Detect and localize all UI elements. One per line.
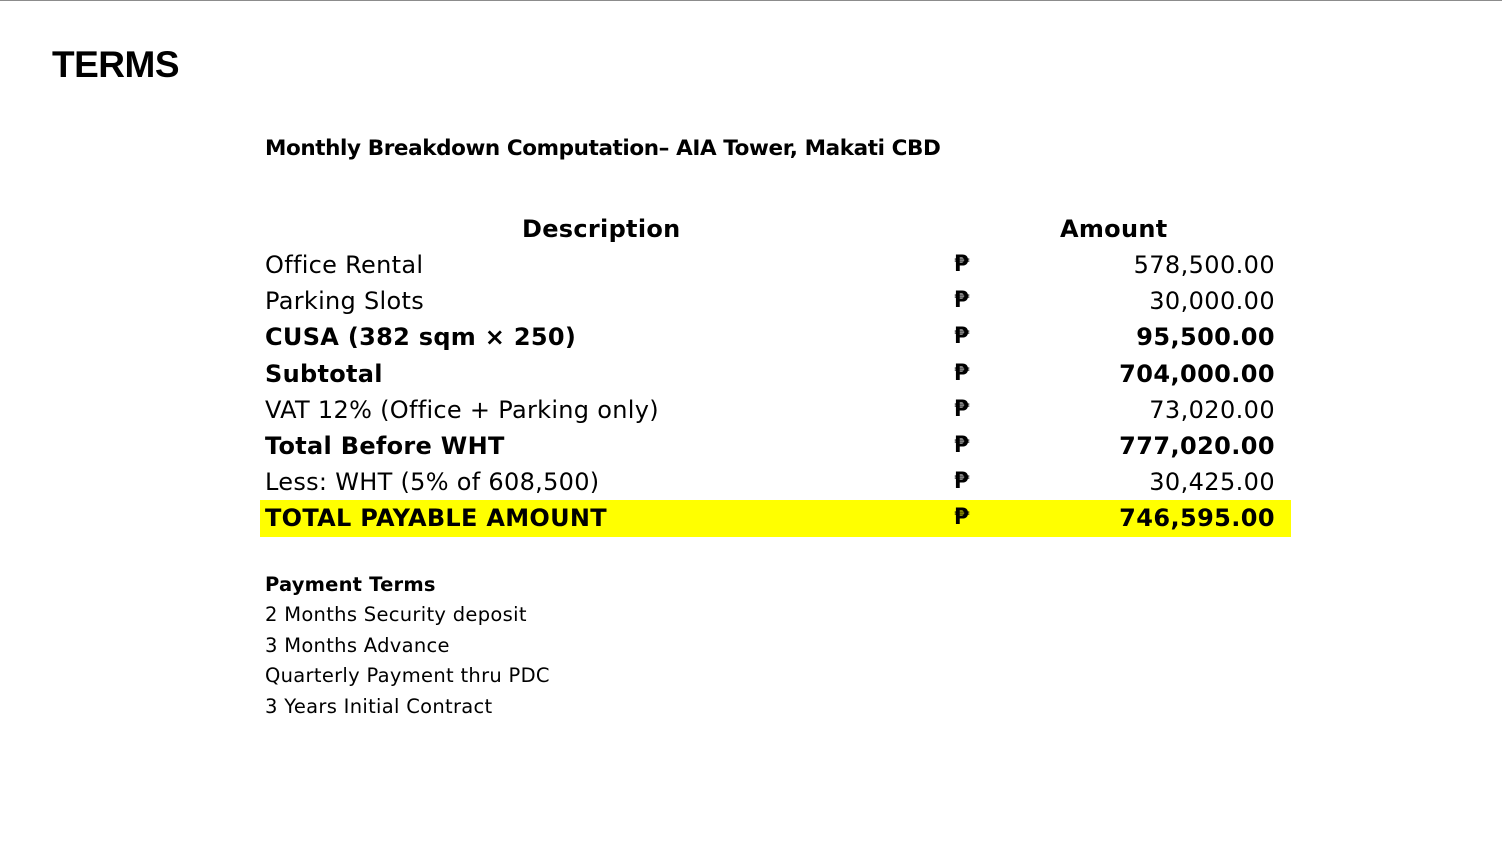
description-column-header: Description: [522, 215, 681, 243]
breakdown-table: Office Rental ₱ 578,500.00 Parking Slots…: [260, 247, 1291, 537]
table-row-parking-slots: Parking Slots ₱ 30,000.00: [260, 283, 1291, 319]
peso-sign-icon: ₱: [954, 252, 970, 277]
peso-sign-icon: ₱: [954, 396, 970, 422]
peso-sign-icon: ₱: [954, 324, 970, 350]
row-amount: 777,020.00: [1119, 431, 1275, 460]
payment-term-item: 3 Months Advance: [265, 633, 450, 657]
row-amount: 73,020.00: [1149, 395, 1275, 424]
row-description: Less: WHT (5% of 608,500): [265, 468, 600, 497]
row-amount: 95,500.00: [1136, 323, 1275, 352]
peso-sign-icon: ₱: [954, 288, 970, 314]
payment-term-item: Quarterly Payment thru PDC: [265, 664, 550, 688]
peso-sign-icon: ₱: [954, 432, 970, 458]
payment-term-item: 3 Years Initial Contract: [265, 695, 493, 719]
row-description: Office Rental: [265, 251, 424, 279]
table-row-cusa: CUSA (382 sqm × 250) ₱ 95,500.00: [260, 319, 1291, 355]
row-description: VAT 12% (Office + Parking only): [265, 395, 659, 424]
table-row-less-wht: Less: WHT (5% of 608,500) ₱ 30,425.00: [260, 464, 1291, 500]
table-row-office-rental: Office Rental ₱ 578,500.00: [260, 247, 1291, 283]
row-description: TOTAL PAYABLE AMOUNT: [265, 504, 607, 533]
row-description: Subtotal: [265, 359, 383, 388]
row-description: Total Before WHT: [265, 431, 505, 460]
table-row-total-payable: TOTAL PAYABLE AMOUNT ₱ 746,595.00: [260, 500, 1291, 537]
row-amount: 578,500.00: [1133, 251, 1275, 279]
row-amount: 746,595.00: [1119, 504, 1275, 533]
row-amount: 30,000.00: [1149, 287, 1275, 316]
row-amount: 30,425.00: [1149, 468, 1275, 497]
amount-column-header: Amount: [1060, 215, 1168, 243]
top-divider: [0, 0, 1502, 1]
row-amount: 704,000.00: [1119, 359, 1275, 388]
payment-term-item: 2 Months Security deposit: [265, 603, 527, 626]
row-description: CUSA (382 sqm × 250): [265, 323, 577, 352]
peso-sign-icon: ₱: [954, 505, 970, 531]
table-row-total-before-wht: Total Before WHT ₱ 777,020.00: [260, 428, 1291, 464]
peso-sign-icon: ₱: [954, 360, 970, 386]
payment-terms-section: Payment Terms 2 Months Security deposit …: [265, 570, 550, 723]
computation-subtitle: Monthly Breakdown Computation– AIA Tower…: [265, 136, 941, 161]
row-description: Parking Slots: [265, 287, 425, 316]
page-title: TERMS: [52, 44, 180, 85]
payment-terms-heading: Payment Terms: [265, 573, 436, 596]
table-row-vat: VAT 12% (Office + Parking only) ₱ 73,020…: [260, 392, 1291, 428]
table-row-subtotal: Subtotal ₱ 704,000.00: [260, 356, 1291, 392]
peso-sign-icon: ₱: [954, 469, 970, 495]
